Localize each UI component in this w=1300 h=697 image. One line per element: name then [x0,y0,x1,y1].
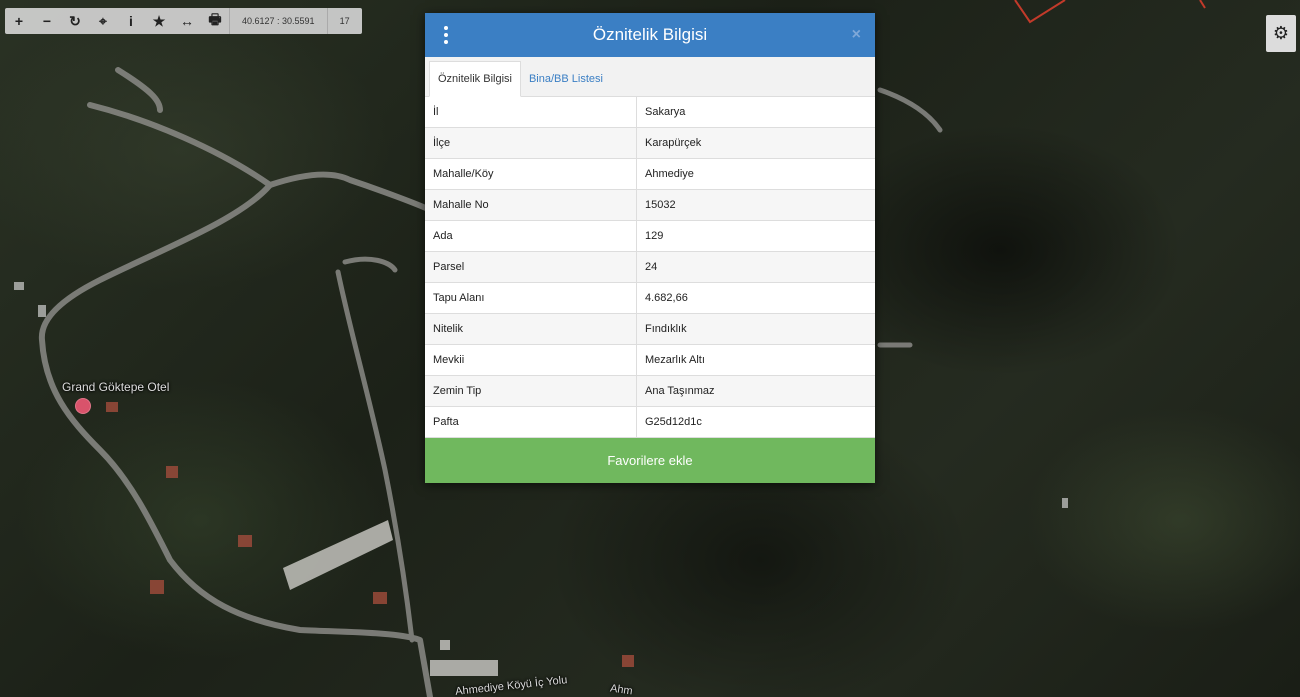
table-row: Mahalle No 15032 [425,189,875,221]
attribute-key: Parsel [425,251,637,283]
dialog-tabs: Öznitelik Bilgisi Bina/BB Listesi [425,57,875,97]
tab-building-list[interactable]: Bina/BB Listesi [521,62,611,96]
add-to-favorites-button[interactable]: Favorilere ekle [425,438,875,483]
table-row: Zemin Tip Ana Taşınmaz [425,375,875,407]
attribute-value: G25d12d1c [636,406,875,438]
star-icon: ★ [152,12,166,29]
attribute-key: Mevkii [425,344,637,376]
poi-label[interactable]: Grand Göktepe Otel [62,380,169,394]
zoom-in-button[interactable]: + [5,8,33,34]
crosshair-icon: ⌖ [99,12,107,29]
print-button[interactable]: 🖶 [201,8,229,34]
tab-attribute-info[interactable]: Öznitelik Bilgisi [429,61,521,97]
minus-icon: − [42,13,52,29]
locate-button[interactable]: ⌖ [89,8,117,34]
attribute-key: Nitelik [425,313,637,345]
plus-icon: + [14,13,24,29]
refresh-button[interactable]: ↻ [61,8,89,34]
favorite-button[interactable]: ★ [145,8,173,34]
table-row: Nitelik Fındıklık [425,313,875,345]
table-row: Mevkii Mezarlık Altı [425,344,875,376]
attribute-key: Tapu Alanı [425,282,637,314]
attribute-info-dialog: Öznitelik Bilgisi × Öznitelik Bilgisi Bin… [425,13,875,483]
attribute-key: Ada [425,220,637,252]
table-row: Ada 129 [425,220,875,252]
info-icon: i [129,13,133,29]
map-toolbar: + − ↻ ⌖ i ★ ↔ 🖶 40.6127 : 30.5591 17 [5,8,362,34]
attribute-key: Pafta [425,406,637,438]
dialog-title: Öznitelik Bilgisi [592,25,708,44]
coordinate-readout: 40.6127 : 30.5591 [229,8,327,34]
dialog-header: Öznitelik Bilgisi × [425,13,875,57]
attribute-key: Mahalle No [425,189,637,221]
hotel-marker-icon[interactable] [75,398,91,414]
attribute-table: İl Sakarya İlçe Karapürçek Mahalle/Köy Ahmedi… [425,97,875,438]
attribute-value: 129 [636,220,875,252]
attribute-key: İlçe [425,127,637,159]
table-row: Tapu Alanı 4.682,66 [425,282,875,314]
vertical-dots-icon[interactable] [441,24,451,46]
print-icon: 🖶 [208,11,222,27]
table-row: Mahalle/Köy Ahmediye [425,158,875,190]
attribute-key: Mahalle/Köy [425,158,637,190]
attribute-value: Sakarya [636,97,875,128]
close-icon[interactable]: × [852,26,861,44]
info-button[interactable]: i [117,8,145,34]
attribute-value: Ahmediye [636,158,875,190]
attribute-value: Karapürçek [636,127,875,159]
attribute-value: Mezarlık Altı [636,344,875,376]
attribute-key: Zemin Tip [425,375,637,407]
measure-button[interactable]: ↔ [173,8,201,34]
settings-button[interactable]: ⚙ [1266,15,1296,52]
arrows-horizontal-icon: ↔ [180,13,194,29]
table-row: Parsel 24 [425,251,875,283]
zoom-level: 17 [326,8,362,34]
attribute-value: 4.682,66 [636,282,875,314]
zoom-out-button[interactable]: − [33,8,61,34]
attribute-value: Fındıklık [636,313,875,345]
table-row: İl Sakarya [425,97,875,128]
attribute-value: 24 [636,251,875,283]
attribute-value: 15032 [636,189,875,221]
attribute-value: Ana Taşınmaz [636,375,875,407]
table-row: Pafta G25d12d1c [425,406,875,438]
road-label: Ahm [609,682,634,697]
refresh-icon: ↻ [69,12,81,29]
table-row: İlçe Karapürçek [425,127,875,159]
attribute-key: İl [425,97,637,128]
gear-icon: ⚙ [1272,23,1290,43]
